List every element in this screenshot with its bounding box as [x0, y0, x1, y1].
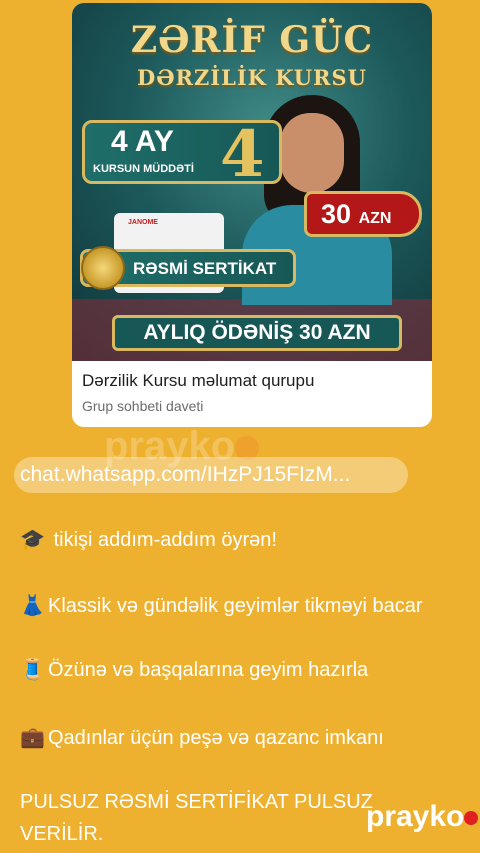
graduation-cap-icon: 🎓 — [20, 529, 45, 551]
monthly-payment-banner: AYLIQ ÖDƏNİŞ 30 AZN — [112, 315, 402, 351]
watermark-corner: prayko — [366, 800, 479, 834]
banner-subtitle: DƏRZİLİK KURSU — [136, 65, 367, 90]
price-unit: AZN — [358, 210, 392, 227]
message-line-1: 🎓 tikişi addım-addım öyrən! — [20, 524, 277, 556]
group-name: Dərzilik Kursu məlumat qurupu — [82, 371, 315, 390]
thread-spool-icon: 🧵 — [20, 659, 45, 681]
duration-label: KURSUN MÜDDƏTİ — [93, 163, 194, 175]
monthly-payment-label: AYLIQ ÖDƏNİŞ 30 AZN — [143, 321, 371, 344]
certificate-badge: RƏSMİ SERTİKAT — [80, 246, 296, 290]
course-banner-image[interactable]: ZƏRİF GÜC DƏRZİLİK KURSU JANOME 4 AY KUR… — [72, 3, 432, 361]
message-line-2: 👗 Klassik və gündəlik geyimlər tikməyi ba… — [20, 590, 460, 622]
price-tag: 30 AZN — [304, 191, 422, 237]
price-value: 30 — [321, 199, 352, 229]
message-line-1-text: tikişi addım-addım öyrən! — [53, 529, 277, 551]
duration-badge: 4 AY KURSUN MÜDDƏTİ 4 — [82, 117, 282, 192]
dress-icon: 👗 — [20, 595, 45, 617]
watermark-corner-text: prayko — [366, 800, 465, 833]
duration-big: 4 AY — [111, 125, 174, 158]
briefcase-icon: 💼 — [20, 727, 45, 749]
machine-brand: JANOME — [128, 219, 158, 226]
card-info: Dərzilik Kursu məlumat qurupu Grup sohbe… — [82, 371, 314, 414]
group-invite-card[interactable]: ZƏRİF GÜC DƏRZİLİK KURSU JANOME 4 AY KUR… — [72, 3, 432, 427]
message-line-4: 💼 Qadınlar üçün peşə və qazanc imkanı — [20, 722, 384, 754]
message-line-3: 🧵 Özünə və başqalarına geyim hazırla — [20, 654, 368, 686]
message-line-2-text: Klassik və gündəlik geyimlər tikməyi bac… — [48, 595, 423, 617]
medal-icon — [81, 246, 125, 290]
banner-title: ZƏRİF GÜC — [130, 19, 374, 61]
watermark-corner-dot-icon — [464, 811, 479, 826]
group-description: Grup sohbeti daveti — [82, 398, 204, 414]
whatsapp-link[interactable]: chat.whatsapp.com/IHzPJ15FIzM... — [14, 457, 408, 493]
message-line-4-text: Qadınlar üçün peşə və qazanc imkanı — [48, 727, 384, 749]
message-line-3-text: Özünə və başqalarına geyim hazırla — [48, 659, 369, 681]
duration-number: 4 — [220, 117, 265, 192]
whatsapp-link-text[interactable]: chat.whatsapp.com/IHzPJ15FIzM... — [20, 463, 350, 487]
certificate-label: RƏSMİ SERTİKAT — [133, 259, 277, 278]
